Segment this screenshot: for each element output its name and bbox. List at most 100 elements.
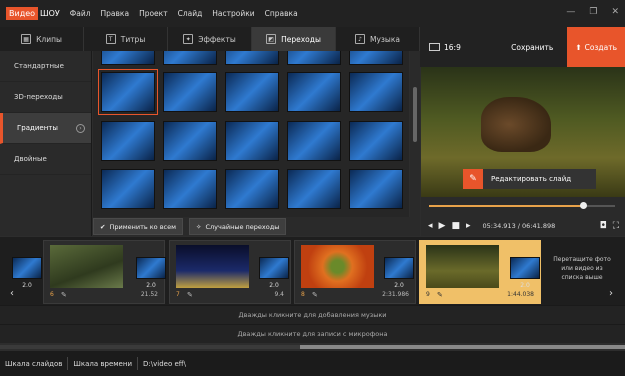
close-icon[interactable]: ✕ <box>611 7 619 17</box>
scroll-right-icon[interactable]: › <box>609 288 613 299</box>
progress-track[interactable] <box>429 202 615 209</box>
transition-thumb[interactable] <box>349 169 403 209</box>
transition-thumb[interactable] <box>225 72 279 112</box>
create-label: Создать <box>584 42 617 52</box>
tab-label: Титры <box>120 34 146 44</box>
random-transitions-button[interactable]: ✧ Случайные переходы <box>189 218 287 235</box>
aspect-ratio-label: 16:9 <box>444 42 461 52</box>
slide-thumbnail-deer <box>426 245 499 288</box>
transition-thumb[interactable] <box>349 121 403 161</box>
transition-thumb[interactable] <box>287 169 341 209</box>
minimize-icon[interactable]: — <box>566 7 575 17</box>
create-button[interactable]: ⬆ Создать <box>567 27 625 67</box>
timeline-transition[interactable] <box>384 257 414 279</box>
drop-hint: Перетащите фото или видео из списка выше <box>553 256 611 281</box>
pencil-icon[interactable]: ✎ <box>187 291 193 299</box>
tab-time-scale[interactable]: Шкала времени <box>68 357 138 370</box>
edit-slide-button[interactable]: ✎ Редактировать слайд <box>463 169 596 189</box>
transition-thumb[interactable] <box>287 72 341 112</box>
transition-duration: 2.0 <box>269 282 279 289</box>
scroll-left-icon[interactable]: ‹ <box>10 288 14 299</box>
menu-help[interactable]: Справка <box>265 9 298 18</box>
menu-slide[interactable]: Слайд <box>178 9 203 18</box>
transition-thumb[interactable] <box>225 51 279 65</box>
tab-effects[interactable]: ✦ Эффекты <box>168 27 252 51</box>
menu-project[interactable]: Проект <box>139 9 168 18</box>
menu-file[interactable]: Файл <box>70 9 91 18</box>
tab-label: Клипы <box>36 34 62 44</box>
transition-thumb[interactable] <box>101 169 155 209</box>
slide-thumbnail-flower <box>301 245 374 288</box>
slide-thumbnail-city <box>176 245 249 288</box>
transition-thumb[interactable] <box>163 121 217 161</box>
tab-slide-scale[interactable]: Шкала слайдов <box>0 357 69 370</box>
category-double[interactable]: Двойные <box>0 144 91 175</box>
transition-thumb[interactable] <box>163 72 217 112</box>
transition-duration: 2.0 <box>146 282 156 289</box>
window-controls: — ❐ ✕ <box>566 7 619 17</box>
snapshot-icon[interactable]: ◘ <box>600 221 607 231</box>
mic-track[interactable]: Дважды кликните для записи с микрофона <box>0 324 625 343</box>
category-list: Стандартные 3D-переходы Градиенты › Двойн… <box>0 51 92 236</box>
music-track[interactable]: Дважды кликните для добавления музыки <box>0 305 625 324</box>
pencil-icon: ✎ <box>463 169 483 189</box>
film-icon: ▦ <box>21 34 32 44</box>
transition-duration: 2.0 <box>22 282 32 289</box>
transition-thumb[interactable] <box>225 169 279 209</box>
play-icon[interactable]: ▶ <box>439 221 446 231</box>
timeline-transition[interactable] <box>136 257 166 279</box>
tab-transitions[interactable]: ◩ Переходы <box>252 27 336 51</box>
maximize-icon[interactable]: ❐ <box>589 7 597 17</box>
transition-actions: ✔ Применить ко всем ✧ Случайные переходы <box>93 217 420 236</box>
app-window: Видео ШОУ Файл Правка Проект Слайд Настр… <box>0 0 625 376</box>
transition-thumb[interactable] <box>287 121 341 161</box>
mic-track-hint: Дважды кликните для записи с микрофона <box>237 330 388 338</box>
category-gradients[interactable]: Градиенты › <box>0 113 91 144</box>
category-label: Градиенты <box>17 124 58 132</box>
tab-music[interactable]: ♪ Музыка <box>336 27 420 51</box>
pencil-icon[interactable]: ✎ <box>312 291 318 299</box>
random-label: Случайные переходы <box>205 222 280 231</box>
pencil-icon[interactable]: ✎ <box>437 291 443 299</box>
next-frame-icon[interactable]: ▸ <box>466 221 471 231</box>
slide-duration: 21.52 <box>140 291 158 298</box>
tab-bar: ▦ Клипы T Титры ✦ Эффекты ◩ Переходы ♪ М… <box>0 27 420 51</box>
app-logo: Видео ШОУ <box>0 0 66 27</box>
transition-thumb[interactable] <box>287 51 341 65</box>
transition-thumb[interactable] <box>163 51 217 65</box>
category-standard[interactable]: Стандартные <box>0 51 91 82</box>
title-bar: Видео ШОУ Файл Правка Проект Слайд Настр… <box>0 0 625 27</box>
menu-edit[interactable]: Правка <box>101 9 130 18</box>
transition-thumb[interactable] <box>349 51 403 65</box>
menu-settings[interactable]: Настройки <box>212 9 254 18</box>
stop-icon[interactable]: ■ <box>451 221 460 231</box>
slide-duration: 9.4 <box>274 291 284 298</box>
progress-knob[interactable] <box>580 202 588 209</box>
transition-thumb[interactable] <box>163 169 217 209</box>
grid-scrollbar[interactable] <box>410 51 420 217</box>
playback-time: 05:34.913 / 06:41.898 <box>482 221 556 230</box>
playback-progress[interactable] <box>421 197 625 215</box>
timeline-transition[interactable] <box>259 257 289 279</box>
tab-clips[interactable]: ▦ Клипы <box>0 27 84 51</box>
timeline-scrollbar-thumb[interactable] <box>300 345 625 349</box>
transition-thumb[interactable] <box>101 121 155 161</box>
transition-duration: 2.0 <box>520 282 530 289</box>
transition-thumb[interactable] <box>101 51 155 65</box>
prev-frame-icon[interactable]: ◂ <box>428 221 433 231</box>
apply-all-button[interactable]: ✔ Применить ко всем <box>93 218 184 235</box>
save-button[interactable]: Сохранить <box>511 43 553 52</box>
fullscreen-icon[interactable]: ⛶ <box>613 221 619 231</box>
pencil-icon[interactable]: ✎ <box>61 291 67 299</box>
tab-titles[interactable]: T Титры <box>84 27 168 51</box>
edit-slide-label: Редактировать слайд <box>491 175 572 183</box>
timeline-transition[interactable] <box>510 257 540 279</box>
transition-thumb[interactable] <box>349 72 403 112</box>
scrollbar-thumb[interactable] <box>413 87 417 142</box>
slide-number: 7 <box>176 291 180 298</box>
timeline-transition[interactable] <box>12 257 42 279</box>
aspect-ratio-button[interactable]: 16:9 <box>429 43 461 52</box>
category-3d[interactable]: 3D-переходы <box>0 82 91 113</box>
transition-thumb[interactable] <box>225 121 279 161</box>
transition-thumb-selected[interactable] <box>98 69 158 115</box>
